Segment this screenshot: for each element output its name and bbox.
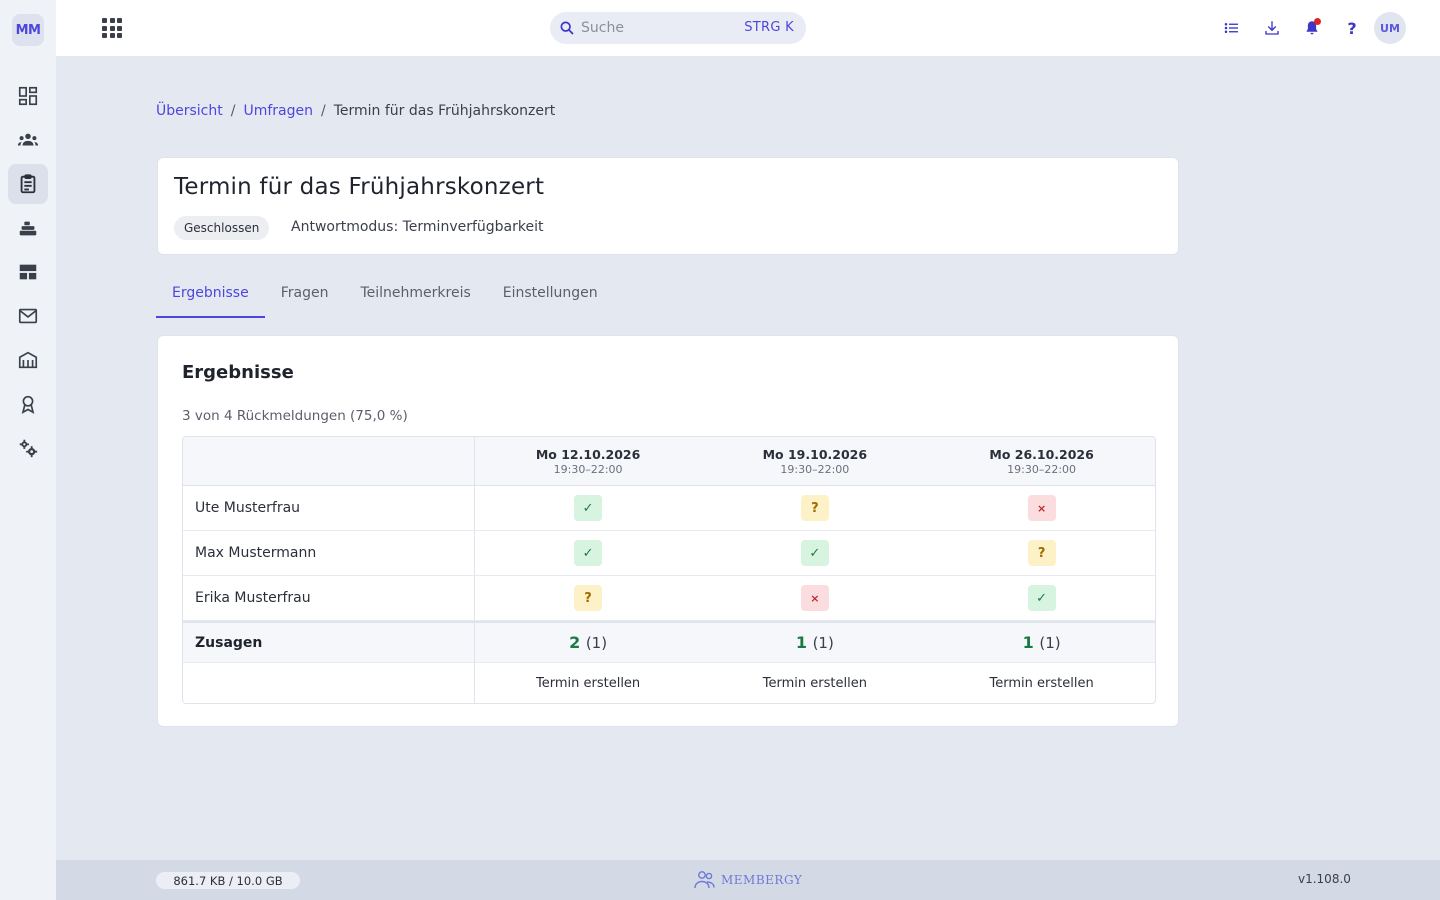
search-shortcut: STRG K [744, 20, 794, 35]
time-label: 19:30–22:00 [553, 462, 623, 476]
results-card: Ergebnisse 3 von 4 Rückmeldungen (75,0 %… [157, 335, 1179, 727]
sidebar-item-settings[interactable] [8, 428, 48, 468]
settings-icon [19, 439, 38, 458]
table-row: Max Mustermann ✓ ✓ ? [183, 531, 1155, 576]
members-icon [17, 133, 39, 146]
search-icon [560, 21, 574, 35]
table-icon [19, 264, 37, 280]
apps-grid-icon [102, 18, 107, 23]
response-summary: 3 von 4 Rückmeldungen (75,0 %) [182, 408, 408, 424]
answer-mode: Antwortmodus: Terminverfügbarkeit [291, 219, 544, 235]
sidebar-item-awards[interactable] [8, 384, 48, 424]
answer-yes: ✓ [1027, 585, 1056, 611]
dashboard-icon [18, 86, 38, 106]
tab-questions[interactable]: Fragen [265, 270, 345, 318]
answer-maybe: ? [800, 495, 829, 521]
date-label: Mo 12.10.2026 [535, 446, 641, 462]
award-icon [21, 395, 35, 414]
sidebar-item-dashboard[interactable] [8, 76, 48, 116]
time-label: 19:30–22:00 [780, 462, 850, 476]
participant-name: Max Mustermann [183, 531, 475, 575]
search-box[interactable]: STRG K [550, 12, 806, 44]
tab-settings[interactable]: Einstellungen [487, 270, 614, 318]
mail-icon [18, 308, 38, 324]
notifications-button[interactable] [1300, 16, 1324, 40]
search-input[interactable] [581, 20, 731, 36]
participant-name: Erika Musterfrau [183, 576, 475, 620]
create-event-button[interactable]: Termin erstellen [763, 676, 867, 691]
create-event-button[interactable]: Termin erstellen [990, 676, 1094, 691]
brand-logo: MEMBERGY [693, 869, 802, 891]
user-avatar[interactable]: UM [1374, 12, 1406, 44]
actions-empty-cell [183, 663, 475, 703]
org-logo[interactable]: MM [12, 14, 44, 46]
header-name-cell [183, 437, 475, 485]
download-icon [1265, 21, 1279, 35]
breadcrumb-surveys[interactable]: Umfragen [243, 103, 313, 119]
actions-row: Termin erstellen Termin erstellen Termin… [183, 663, 1155, 703]
task-list-button[interactable] [1220, 16, 1244, 40]
footer: 861.7 KB / 10.0 GB MEMBERGY v1.108.0 [56, 860, 1440, 900]
page-title: Termin für das Frühjahrskonzert [174, 174, 545, 200]
brand-name: MEMBERGY [721, 873, 803, 887]
total-value: 1 (1) [1022, 633, 1061, 652]
table-header-row: Mo 12.10.2026 19:30–22:00 Mo 19.10.2026 … [183, 437, 1155, 486]
date-column-header: Mo 19.10.2026 19:30–22:00 [701, 437, 928, 485]
tab-results[interactable]: Ergebnisse [156, 270, 265, 318]
total-value: 2 (1) [569, 633, 608, 652]
breadcrumb-overview[interactable]: Übersicht [156, 103, 223, 119]
answer-yes: ✓ [800, 540, 829, 566]
list-icon [1224, 22, 1238, 34]
total-value: 1 (1) [795, 633, 834, 652]
sidebar-item-tables[interactable] [8, 252, 48, 292]
sidebar-item-inventory[interactable] [8, 208, 48, 248]
tab-participants[interactable]: Teilnehmerkreis [344, 270, 486, 318]
answer-maybe: ? [574, 585, 603, 611]
sidebar: MM [0, 0, 56, 900]
survey-header-card: Termin für das Frühjahrskonzert Geschlos… [157, 157, 1179, 255]
sidebar-item-mail[interactable] [8, 296, 48, 336]
sidebar-item-members[interactable] [8, 120, 48, 160]
time-label: 19:30–22:00 [1007, 462, 1077, 476]
date-column-header: Mo 26.10.2026 19:30–22:00 [928, 437, 1155, 485]
help-button[interactable]: ? [1340, 16, 1364, 40]
sidebar-item-locations[interactable] [8, 340, 48, 380]
topbar: STRG K ? UM [56, 0, 1440, 56]
tab-bar: Ergebnisse Fragen Teilnehmerkreis Einste… [156, 270, 614, 318]
date-label: Mo 19.10.2026 [762, 446, 868, 462]
totals-row: Zusagen 2 (1) 1 (1) 1 (1) [183, 621, 1155, 663]
membergy-logo-icon [694, 871, 715, 889]
results-heading: Ergebnisse [182, 362, 294, 383]
status-badge: Geschlossen [174, 216, 270, 240]
breadcrumb: Übersicht / Umfragen / Termin für das Fr… [156, 103, 555, 119]
sidebar-item-surveys[interactable] [8, 164, 48, 204]
breadcrumb-separator: / [230, 103, 236, 119]
table-row: Ute Musterfrau ✓ ? × [183, 486, 1155, 531]
create-event-button[interactable]: Termin erstellen [536, 676, 640, 691]
apps-grid-button[interactable] [100, 16, 124, 40]
downloads-button[interactable] [1260, 16, 1284, 40]
breadcrumb-separator: / [321, 103, 326, 119]
storage-usage: 861.7 KB / 10.0 GB [156, 872, 300, 889]
building-icon [18, 351, 38, 369]
table-row: Erika Musterfrau ? × ✓ [183, 576, 1155, 621]
clipboard-icon [20, 174, 36, 194]
breadcrumb-current: Termin für das Frühjahrskonzert [333, 103, 556, 119]
totals-label: Zusagen [183, 623, 475, 662]
date-column-header: Mo 12.10.2026 19:30–22:00 [475, 437, 702, 485]
answer-no: × [800, 585, 829, 611]
notification-dot [1314, 18, 1321, 25]
answer-maybe: ? [1027, 540, 1056, 566]
date-label: Mo 26.10.2026 [989, 446, 1094, 462]
availability-table: Mo 12.10.2026 19:30–22:00 Mo 19.10.2026 … [182, 436, 1156, 704]
app-version: v1.108.0 [1298, 872, 1351, 886]
participant-name: Ute Musterfrau [183, 486, 475, 530]
answer-no: × [1027, 495, 1056, 521]
answer-yes: ✓ [574, 495, 603, 521]
inventory-icon [19, 221, 37, 236]
answer-yes: ✓ [574, 540, 603, 566]
